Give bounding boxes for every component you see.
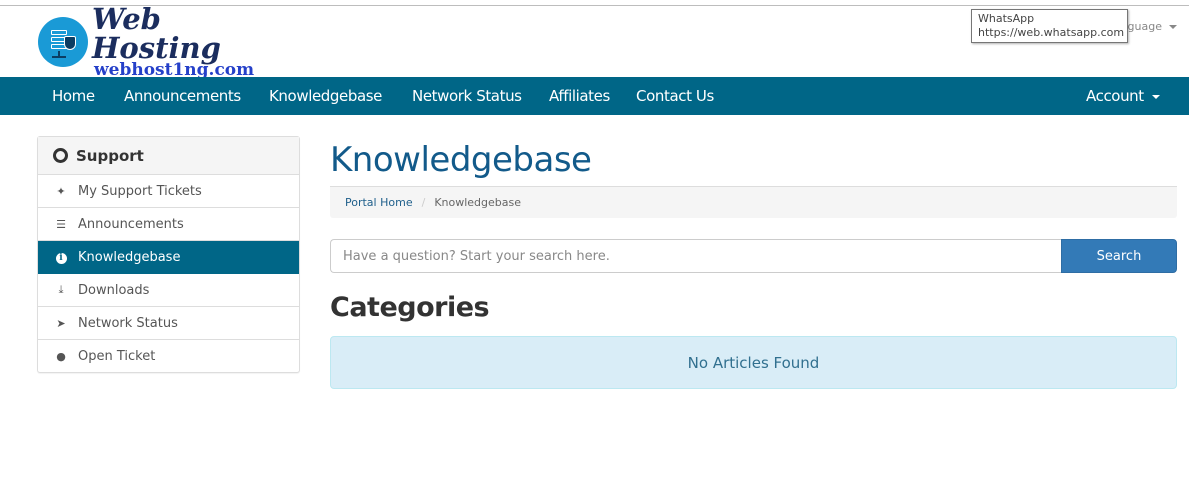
sidebar-item-label: Knowledgebase [78, 249, 181, 265]
lifebuoy-icon [53, 148, 68, 163]
breadcrumb: Portal Home / Knowledgebase [330, 187, 1177, 218]
info-circle-icon: i [54, 250, 68, 264]
breadcrumb-separator: / [421, 196, 426, 209]
server-shield-icon [38, 17, 88, 67]
sidebar-header: Support [38, 137, 299, 175]
sidebar-item-knowledgebase[interactable]: i Knowledgebase [38, 241, 299, 274]
logo-title: Web Hosting [92, 2, 221, 65]
tooltip-title: WhatsApp [978, 12, 1035, 25]
chevron-down-icon [1169, 24, 1177, 29]
nav-account-dropdown[interactable]: Account [1086, 77, 1160, 115]
logo[interactable]: Web Hosting webhost1ng.com [38, 5, 278, 79]
nav-network-status[interactable]: Network Status [412, 77, 522, 115]
sidebar-item-open-ticket[interactable]: ● Open Ticket [38, 340, 299, 372]
kb-search-form: Search [330, 239, 1177, 273]
chevron-down-icon [1151, 94, 1160, 99]
list-icon: ☰ [56, 217, 66, 231]
sidebar-item-downloads[interactable]: ⤓ Downloads [38, 274, 299, 307]
nav-knowledgebase[interactable]: Knowledgebase [269, 77, 382, 115]
tooltip: WhatsApp https://web.whatsapp.com [971, 9, 1128, 43]
nav-home[interactable]: Home [52, 77, 95, 115]
ticket-icon: ✦ [56, 184, 66, 198]
sidebar-item-network-status[interactable]: ➤ Network Status [38, 307, 299, 340]
support-sidebar: Support ✦ My Support Tickets ☰ Announcem… [37, 136, 300, 373]
breadcrumb-current: Knowledgebase [434, 196, 522, 209]
main-navbar: Home Announcements Knowledgebase Network… [0, 77, 1189, 115]
account-label: Account [1086, 87, 1144, 105]
categories-heading: Categories [330, 292, 490, 323]
sidebar-item-announcements[interactable]: ☰ Announcements [38, 208, 299, 241]
no-articles-alert: No Articles Found [330, 336, 1177, 389]
sidebar-item-label: Open Ticket [78, 348, 156, 364]
rocket-icon: ➤ [56, 316, 66, 330]
comments-icon: ● [56, 349, 66, 363]
sidebar-item-label: Announcements [78, 216, 184, 232]
sidebar-item-my-support-tickets[interactable]: ✦ My Support Tickets [38, 175, 299, 208]
no-articles-message: No Articles Found [687, 353, 820, 372]
nav-announcements[interactable]: Announcements [124, 77, 241, 115]
kb-search-input[interactable] [330, 239, 1061, 273]
sidebar-item-label: My Support Tickets [78, 183, 202, 199]
sidebar-title: Support [76, 146, 144, 165]
page-title: Knowledgebase [330, 140, 592, 180]
sidebar-item-label: Downloads [78, 282, 150, 298]
tooltip-url: https://web.whatsapp.com [978, 26, 1125, 39]
breadcrumb-portal-home[interactable]: Portal Home [345, 196, 413, 209]
sidebar-item-label: Network Status [78, 315, 178, 331]
nav-contact-us[interactable]: Contact Us [636, 77, 714, 115]
download-icon: ⤓ [58, 283, 64, 296]
nav-affiliates[interactable]: Affiliates [549, 77, 610, 115]
search-button[interactable]: Search [1061, 239, 1177, 273]
